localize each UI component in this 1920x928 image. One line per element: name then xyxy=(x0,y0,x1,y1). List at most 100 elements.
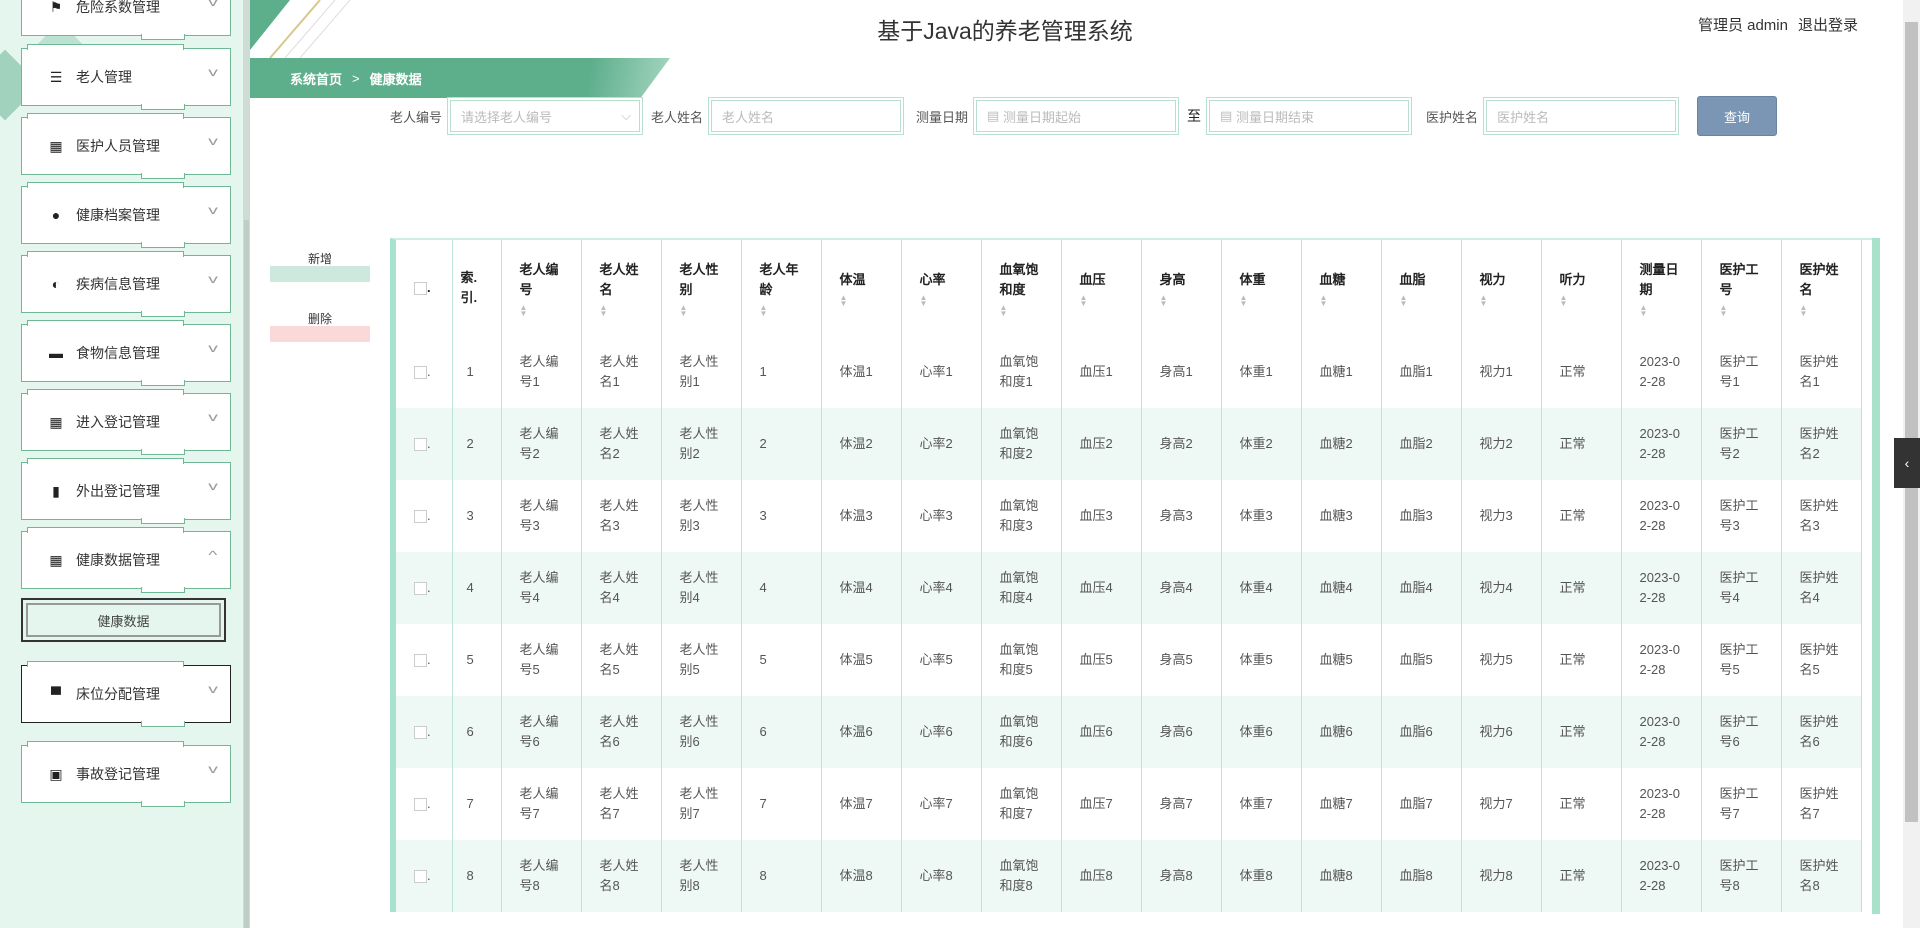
query-button[interactable]: 查询 xyxy=(1697,96,1778,136)
table-cell: 4 xyxy=(452,552,502,624)
column-header[interactable]: 老人年龄 ▲ ▼ xyxy=(741,240,822,336)
table-cell: 医护工号2 xyxy=(1701,408,1782,480)
sidebar-item[interactable]: ▬ 食物信息管理 v xyxy=(21,320,231,386)
row-checkbox[interactable] xyxy=(414,870,427,884)
column-header[interactable]: 老人姓名 ▲ ▼ xyxy=(581,240,662,336)
table-cell: 血糖8 xyxy=(1301,840,1382,912)
chevron-down-icon: v xyxy=(208,134,218,148)
table-row[interactable]: . 6 老人编号6 老人姓名6 老人性别6 6 体温6 心率6 血氧饱和度6 血压6 身高6 体重6 血… xyxy=(396,696,1862,768)
sort-icon[interactable]: ▲ ▼ xyxy=(1560,293,1603,307)
row-checkbox[interactable] xyxy=(414,438,427,452)
column-header[interactable]: 老人编号 ▲ ▼ xyxy=(501,240,582,336)
sidebar-scrollbar-thumb[interactable] xyxy=(244,220,249,928)
sort-icon[interactable]: ▲ ▼ xyxy=(1400,293,1443,307)
column-header[interactable]: 血糖 ▲ ▼ xyxy=(1301,240,1382,336)
delete-button[interactable]: 删除 xyxy=(270,310,370,342)
table-cell: 血压8 xyxy=(1061,840,1142,912)
table-row[interactable]: . 1 老人编号1 老人姓名1 老人性别1 1 体温1 心率1 血氧饱和度1 血压1 身高1 体重1 血… xyxy=(396,336,1862,408)
row-checkbox[interactable] xyxy=(414,582,427,596)
column-header-label: 老人性别 xyxy=(679,261,719,297)
column-header[interactable]: 测量日期 ▲ ▼ xyxy=(1621,240,1702,336)
sort-icon[interactable]: ▲ ▼ xyxy=(760,303,803,317)
sort-icon[interactable]: ▲ ▼ xyxy=(1000,303,1043,317)
elder-name-input[interactable]: 老人姓名 xyxy=(708,97,905,135)
table-cell: 血压5 xyxy=(1061,624,1142,696)
table-row[interactable]: . 7 老人编号7 老人姓名7 老人性别7 7 体温7 心率7 血氧饱和度7 血压7 身高7 体重7 血… xyxy=(396,768,1862,840)
table-cell: 血脂6 xyxy=(1381,696,1462,768)
page-scrollbar-thumb[interactable] xyxy=(1905,22,1918,822)
sidebar-item[interactable]: ☰ 老人管理 v xyxy=(21,44,231,110)
sidebar-item[interactable]: ● 健康档案管理 v xyxy=(21,182,231,248)
column-header[interactable]: 医护姓名 ▲ ▼ xyxy=(1781,240,1862,336)
sidebar-item[interactable]: ▦ 健康数据管理 ^ xyxy=(21,527,231,593)
table-row[interactable]: . 8 老人编号8 老人姓名8 老人性别8 8 体温8 心率8 血氧饱和度8 血压8 身高8 体重8 血… xyxy=(396,840,1862,912)
sidebar-item[interactable]: ◐ 疾病信息管理 v xyxy=(21,251,231,317)
sidebar-item[interactable]: ▣ 事故登记管理 v xyxy=(21,741,231,807)
table-cell: 老人姓名6 xyxy=(581,696,662,768)
row-checkbox[interactable] xyxy=(414,798,427,812)
table-row[interactable]: . 3 老人编号3 老人姓名3 老人性别3 3 体温3 心率3 血氧饱和度3 血压3 身高3 体重3 血… xyxy=(396,480,1862,552)
column-header[interactable]: 体重 ▲ ▼ xyxy=(1221,240,1302,336)
elder-name-placeholder: 老人姓名 xyxy=(711,100,902,132)
sort-icon[interactable]: ▲ ▼ xyxy=(920,293,963,307)
sidebar-item[interactable]: ▦ 进入登记管理 v xyxy=(21,389,231,455)
sort-icon[interactable]: ▲ ▼ xyxy=(680,303,723,317)
column-header[interactable]: 老人性别 ▲ ▼ xyxy=(661,240,742,336)
collapse-panel-button[interactable]: ‹ xyxy=(1894,438,1920,488)
sort-icon[interactable]: ▲ ▼ xyxy=(1640,303,1683,317)
sidebar-item-label: 事故登记管理 xyxy=(76,766,160,782)
sort-icon[interactable]: ▲ ▼ xyxy=(600,303,643,317)
date-end-input[interactable]: ▤ 测量日期结束 xyxy=(1206,97,1413,135)
column-header[interactable]: 身高 ▲ ▼ xyxy=(1141,240,1222,336)
sidebar-subitem-health-data[interactable]: 健康数据 xyxy=(21,598,226,642)
nurse-name-input[interactable]: 医护姓名 xyxy=(1483,97,1680,135)
row-checkbox[interactable] xyxy=(414,510,427,524)
table-cell: 体重5 xyxy=(1221,624,1302,696)
sort-icon[interactable]: ▲ ▼ xyxy=(1720,303,1763,317)
sidebar-item-label: 疾病信息管理 xyxy=(76,276,160,292)
date-start-input[interactable]: ▤ 测量日期起始 xyxy=(973,97,1180,135)
sort-icon[interactable]: ▲ ▼ xyxy=(1080,293,1123,307)
table-cell: 视力3 xyxy=(1461,480,1542,552)
sidebar-item[interactable]: ▀ 床位分配管理 v xyxy=(21,661,231,727)
table-row[interactable]: . 2 老人编号2 老人姓名2 老人性别2 2 体温2 心率2 血氧饱和度2 血压2 身高2 体重2 血… xyxy=(396,408,1862,480)
elder-no-select[interactable]: 请选择老人编号 ⌵ xyxy=(447,97,644,135)
table-cell: 血氧饱和度4 xyxy=(981,552,1062,624)
sidebar-item[interactable]: ▮ 外出登记管理 v xyxy=(21,458,231,524)
sort-icon[interactable]: ▲ ▼ xyxy=(840,293,883,307)
table-cell: 心率5 xyxy=(901,624,982,696)
table-cell: 老人性别2 xyxy=(661,408,742,480)
column-header[interactable]: 血氧饱和度 ▲ ▼ xyxy=(981,240,1062,336)
table-row[interactable]: . 4 老人编号4 老人姓名4 老人性别4 4 体温4 心率4 血氧饱和度4 血压4 身高4 体重4 血… xyxy=(396,552,1862,624)
table-cell: 2023-02-28 xyxy=(1621,552,1702,624)
table-cell: 血糖7 xyxy=(1301,768,1382,840)
column-header[interactable]: 血脂 ▲ ▼ xyxy=(1381,240,1462,336)
sort-icon[interactable]: ▲ ▼ xyxy=(1480,293,1523,307)
sort-icon[interactable]: ▲ ▼ xyxy=(1240,293,1283,307)
row-checkbox[interactable] xyxy=(414,654,427,668)
row-checkbox[interactable] xyxy=(414,366,427,380)
column-header[interactable]: 血压 ▲ ▼ xyxy=(1061,240,1142,336)
table-row[interactable]: . 5 老人编号5 老人姓名5 老人性别5 5 体温5 心率5 血氧饱和度5 血压5 身高5 体重5 血… xyxy=(396,624,1862,696)
calendar-icon: ▤ xyxy=(1220,108,1236,123)
sort-icon[interactable]: ▲ ▼ xyxy=(1800,303,1843,317)
table-cell: 心率7 xyxy=(901,768,982,840)
sort-icon[interactable]: ▲ ▼ xyxy=(520,303,563,317)
table-cell: 老人姓名7 xyxy=(581,768,662,840)
row-checkbox[interactable] xyxy=(414,726,427,740)
column-header[interactable]: 视力 ▲ ▼ xyxy=(1461,240,1542,336)
column-header[interactable]: 听力 ▲ ▼ xyxy=(1541,240,1622,336)
logout-link[interactable]: 退出登录 xyxy=(1798,17,1858,34)
sort-icon[interactable]: ▲ ▼ xyxy=(1320,293,1363,307)
select-all-checkbox[interactable] xyxy=(414,282,427,296)
column-header[interactable]: 医护工号 ▲ ▼ xyxy=(1701,240,1782,336)
sort-icon[interactable]: ▲ ▼ xyxy=(1160,293,1203,307)
table-cell: 医护姓名4 xyxy=(1781,552,1862,624)
breadcrumb-home[interactable]: 系统首页 xyxy=(290,69,342,88)
table-cell: 血氧饱和度7 xyxy=(981,768,1062,840)
health-data-table: . 索.引. 老人编号 ▲ ▼ 老人姓名 ▲ ▼ 老人性别 ▲ ▼ 老人年龄 ▲ ▼ 体温 ▲ ▼ 心率 ▲ ▼ 血氧饱… xyxy=(396,240,1862,912)
sidebar-item[interactable]: ▦ 医护人员管理 v xyxy=(21,113,231,179)
column-header[interactable]: 心率 ▲ ▼ xyxy=(901,240,982,336)
add-button[interactable]: 新增 xyxy=(270,250,370,282)
column-header[interactable]: 体温 ▲ ▼ xyxy=(821,240,902,336)
